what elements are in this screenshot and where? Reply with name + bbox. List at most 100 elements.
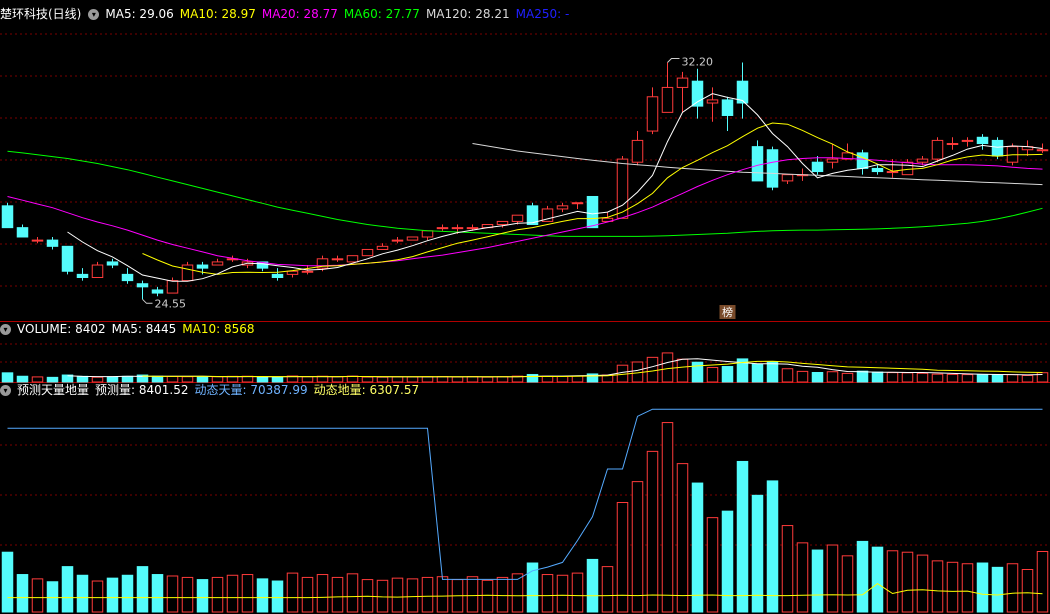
candle <box>1 205 14 229</box>
pred-bar <box>76 574 89 613</box>
ma20-line <box>7 157 1043 267</box>
volume-bar <box>901 372 914 383</box>
volume-bar <box>481 376 494 383</box>
pred-bar <box>196 579 209 613</box>
volume-bar <box>466 376 479 383</box>
ma250-label: MA250: - <box>515 7 570 21</box>
high-pointer <box>667 58 680 63</box>
volume-header: ▾ VOLUME: 8402 MA5: 8445 MA10: 8568 <box>0 321 260 337</box>
pred-bar <box>676 463 689 613</box>
volume-bar <box>1 372 14 383</box>
volume-bar <box>856 370 869 383</box>
pred-bar <box>211 576 224 613</box>
candle <box>571 202 584 205</box>
pred-bar <box>301 576 314 613</box>
pred-bar <box>961 563 974 613</box>
volume-bar <box>451 376 464 383</box>
candle <box>496 220 509 226</box>
dyn-high-value: 动态天量: 70387.99 <box>194 383 308 397</box>
candle <box>91 264 104 278</box>
candle <box>781 174 794 182</box>
volume-bar <box>811 371 824 383</box>
pred-bar <box>271 580 284 613</box>
volume-bar <box>571 375 584 383</box>
pred-bar <box>391 577 404 613</box>
candle <box>706 99 719 104</box>
ma5-label: MA5: 29.06 <box>105 7 174 21</box>
pred-bar <box>166 575 179 613</box>
candle <box>331 258 344 261</box>
candle <box>976 136 989 145</box>
pred-bar <box>1 551 14 613</box>
candle <box>661 86 674 113</box>
candle <box>556 205 569 210</box>
pred-bar <box>601 566 614 613</box>
candle <box>586 195 599 229</box>
candle <box>346 255 359 263</box>
ma120-label: MA120: 28.21 <box>425 7 510 21</box>
pred-bar <box>61 566 74 613</box>
candle <box>931 139 944 160</box>
candle <box>106 261 119 266</box>
stock-title: 楚环科技(日线) <box>0 7 82 21</box>
pred-bar <box>121 574 134 613</box>
volume-bar <box>766 361 779 383</box>
pred-bar <box>1021 569 1034 613</box>
pred-bar <box>541 574 554 613</box>
pred-bar <box>886 550 899 613</box>
pred-bar <box>856 540 869 613</box>
pred-bar <box>736 460 749 613</box>
volume-bar <box>991 374 1004 383</box>
pred-bar <box>16 574 29 613</box>
volume-bar <box>556 375 569 383</box>
dyn-low-value: 动态地量: 6307.57 <box>313 383 420 397</box>
pred-settings-icon[interactable]: ▾ <box>0 384 11 396</box>
candle <box>121 273 134 282</box>
volume-bar <box>826 371 839 383</box>
pred-bar <box>1036 550 1049 613</box>
volume-bar <box>976 373 989 383</box>
candle <box>721 99 734 116</box>
candle <box>436 227 449 230</box>
pred-title: 预测天量地量 <box>17 383 90 397</box>
volume-bar <box>706 367 719 383</box>
settings-icon[interactable]: ▾ <box>88 8 100 20</box>
candle <box>466 227 479 230</box>
volume-bar <box>496 376 509 383</box>
pred-bar <box>826 544 839 613</box>
candle <box>901 161 914 176</box>
ma60-line <box>7 150 1043 237</box>
candle <box>946 143 959 146</box>
pred-bar <box>1006 563 1019 613</box>
volume-bar <box>916 372 929 383</box>
candle <box>166 280 179 294</box>
candle <box>826 158 839 163</box>
volume-bar <box>1006 374 1019 383</box>
candle <box>916 158 929 163</box>
pred-bar <box>406 578 419 613</box>
candle <box>361 248 374 257</box>
pred-bar <box>976 562 989 613</box>
volume-bar <box>541 375 554 383</box>
pred-bar <box>481 579 494 613</box>
pred-bar <box>751 494 764 613</box>
pred-bar <box>46 581 59 613</box>
pred-bar <box>361 579 374 613</box>
pred-bar <box>691 482 704 613</box>
stock-chart[interactable]: 32.20 24.55 榜 <box>0 0 1050 614</box>
candle <box>511 214 524 222</box>
volume-bar <box>886 372 899 383</box>
pred-bar <box>256 578 269 613</box>
candle <box>46 239 59 247</box>
volume-settings-icon[interactable]: ▾ <box>0 323 11 335</box>
pred-bar <box>631 481 644 613</box>
candle <box>181 264 194 282</box>
volume-bar <box>781 368 794 383</box>
candle <box>31 239 44 242</box>
low-annotation: 24.55 <box>155 297 187 310</box>
pred-bar <box>811 549 824 613</box>
pred-bar <box>106 577 119 613</box>
pred-bar <box>991 566 1004 613</box>
volume-bar <box>436 376 449 383</box>
pred-bar <box>841 555 854 613</box>
